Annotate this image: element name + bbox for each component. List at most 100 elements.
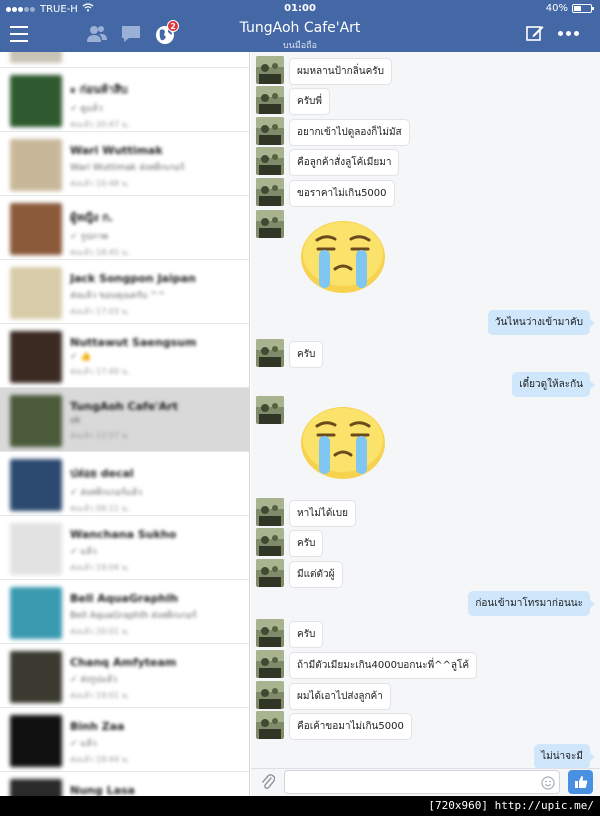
timestamp: ส่งแล้ว 19:04 น. <box>70 563 130 572</box>
chat-title: TungAoh Cafe'Art <box>239 20 361 36</box>
sender-avatar[interactable] <box>256 56 284 84</box>
like-icon <box>574 776 587 788</box>
sender-avatar[interactable] <box>256 147 284 175</box>
incoming-message[interactable]: ถ้ามีตัวเมียมะเกิน4000บอกนะพี่^^ลูโค้ <box>289 652 478 679</box>
conversation-list[interactable]: ส่งแล้ว 14:48 น. ะ ก่อนห้าสิบ ✓ ดูแล้วส่งแ… <box>0 52 250 796</box>
watermark: [720x960] http://upic.me/ <box>428 799 594 812</box>
incoming-message[interactable]: ครับ <box>289 341 324 368</box>
avatar <box>10 203 62 255</box>
sender-avatar[interactable] <box>256 178 284 206</box>
sender-avatar[interactable] <box>256 711 284 739</box>
conversation-text: ปล่อย decal ✓ ส่งสติกเกอร์แล้ว ส่งแล้ว 09:… <box>70 464 230 515</box>
message-preview: ✓ ดูแล้ว <box>70 104 103 114</box>
avatar <box>10 459 62 511</box>
timestamp: ส่งแล้ว 17:03 น. <box>70 307 130 316</box>
conversation-item[interactable]: Bell AquaGraphlh Bell AquaGraphlh ส่งสติก… <box>0 580 249 644</box>
conversation-item[interactable]: ปล่อย decal ✓ ส่งสติกเกอร์แล้ว ส่งแล้ว 09:… <box>0 452 249 516</box>
contact-name: TungAoh Cafe'Art <box>70 400 178 413</box>
incoming-message[interactable]: มีแต่ตัวผู้ <box>289 561 343 588</box>
conversation-text: Nung Lasa <box>70 784 230 796</box>
conversation-item[interactable]: ส่งแล้ว 14:48 น. <box>0 52 249 68</box>
outgoing-message[interactable]: ก่อนเข้ามาโทรมาก่อนนะ <box>468 591 595 616</box>
outgoing-message[interactable]: ไม่น่าจะมี <box>534 744 595 768</box>
avatar <box>10 651 62 703</box>
sender-avatar[interactable] <box>256 117 284 145</box>
watermark-bar: [720x960] http://upic.me/ <box>0 796 600 816</box>
incoming-message[interactable]: ขอราคาไม่เกิน5000 <box>289 180 395 207</box>
timestamp: ส่งแล้ว 18:45 น. <box>70 248 130 257</box>
conversation-item[interactable]: Jack Songpon Jaipan ส่งแล้ว ขอบคุณครับ ^^… <box>0 260 249 324</box>
conversation-item[interactable]: Chanq Amfyteam ✓ ส่งรูปแล้ว ส่งแล้ว 19:01 … <box>0 644 249 708</box>
incoming-message[interactable]: ผมหลานป้ากลิ่นครับ <box>289 58 393 85</box>
contact-name: Nung Lasa <box>70 784 135 796</box>
compose-icon[interactable] <box>526 24 544 42</box>
crying-face-sticker[interactable] <box>299 214 387 294</box>
conversation-item[interactable]: Nuttawut Saengsum ✓ 👍 ส่งแล้ว 17:49 น. <box>0 324 249 388</box>
conversation-item[interactable]: TungAoh Cafe'Art ok ส่งแล้ว 12:57 น. <box>0 388 249 452</box>
sender-avatar[interactable] <box>256 396 284 424</box>
conversation-text: TungAoh Cafe'Art ok ส่งแล้ว 12:57 น. <box>70 400 230 442</box>
sender-avatar[interactable] <box>256 681 284 709</box>
top-bar: TRUE-H 01:00 40% 2 TungAoh Cafe'Art บนมื… <box>0 0 600 52</box>
clock: 01:00 <box>284 3 316 14</box>
sender-avatar[interactable] <box>256 210 284 238</box>
message-preview: Wari Wuttimak ส่งสติกเกอร์ <box>70 163 185 173</box>
conversation-text: ะ ก่อนห้าสิบ ✓ ดูแล้ว ส่งแล้ว 20:47 น. <box>70 80 230 131</box>
conversation-text: Jack Songpon Jaipan ส่งแล้ว ขอบคุณครับ ^^… <box>70 272 230 318</box>
message-preview: ส่งแล้ว ขอบคุณครับ ^^ <box>70 291 166 301</box>
incoming-message[interactable]: คือลูกค้าสั่งลูโค้เมียมา <box>289 149 400 176</box>
incoming-message[interactable]: ครับพี่ <box>289 88 330 115</box>
message-preview: ✓ 👍 <box>70 352 92 362</box>
outgoing-message[interactable]: เดี๋ยวดูให้ละกัน <box>512 372 595 397</box>
crying-face-sticker[interactable] <box>299 400 387 480</box>
attach-icon[interactable] <box>261 773 276 791</box>
sender-avatar[interactable] <box>256 86 284 114</box>
message-preview: ✓ แล้ว <box>70 547 97 557</box>
outgoing-message[interactable]: วันไหนว่างเข้ามาคับ <box>487 310 596 335</box>
contact-name: Wanchana Sukho <box>70 528 177 541</box>
timestamp: ส่งแล้ว 09:11 น. <box>70 504 130 513</box>
conversation-text: ผู้หญิง ก. ✓ รูปภาพ ส่งแล้ว 18:45 น. <box>70 208 230 259</box>
incoming-message[interactable]: อยากเข้าไปดูลองก็ไม่มัส <box>289 119 410 146</box>
chat-thread[interactable]: ผมหลานป้ากลิ่นครับครับพี่อยากเข้าไปดูลอง… <box>251 52 600 768</box>
timestamp: ส่งแล้ว 20:01 น. <box>70 627 130 636</box>
sender-avatar[interactable] <box>256 498 284 526</box>
incoming-message[interactable]: ครับ <box>289 530 324 557</box>
like-button[interactable] <box>568 770 593 794</box>
status-bar: TRUE-H 01:00 40% <box>0 0 600 18</box>
incoming-message[interactable]: ผมได้เอาไปส่งลูกค้า <box>289 683 391 710</box>
avatar <box>10 395 62 447</box>
incoming-message[interactable]: หาไม่ได้เบย <box>289 500 356 527</box>
conversation-item[interactable]: Nung Lasa <box>0 772 249 796</box>
sender-avatar[interactable] <box>256 528 284 556</box>
avatar <box>10 75 62 127</box>
sender-avatar[interactable] <box>256 619 284 647</box>
message-input[interactable] <box>284 770 560 794</box>
avatar <box>10 715 62 767</box>
contact-name: ปล่อย decal <box>70 467 134 480</box>
contact-name: ะ ก่อนห้าสิบ <box>70 83 128 96</box>
conversation-item[interactable]: Wari Wuttimak Wari Wuttimak ส่งสติกเกอร์ส… <box>0 132 249 196</box>
conversation-item[interactable]: Wanchana Sukho ✓ แล้วส่งแล้ว 19:04 น. <box>0 516 249 580</box>
incoming-message[interactable]: คือเค้าขอมาไม่เกิน5000 <box>289 713 412 740</box>
more-icon[interactable] <box>556 28 580 38</box>
conversation-item[interactable]: ะ ก่อนห้าสิบ ✓ ดูแล้ว ส่งแล้ว 20:47 น. <box>0 68 249 132</box>
conversation-item[interactable]: Binh Zaa ✓ แล้ว ส่งแล้ว 18:44 น. <box>0 708 249 772</box>
avatar <box>10 52 62 63</box>
message-preview: ✓ แล้ว <box>70 739 97 749</box>
battery-percent: 40% <box>545 3 568 14</box>
contact-name: Wari Wuttimak <box>70 144 163 157</box>
timestamp: ส่งแล้ว 18:44 น. <box>70 755 130 764</box>
battery-status: 40% <box>545 3 594 14</box>
conversation-item[interactable]: ผู้หญิง ก. ✓ รูปภาพ ส่งแล้ว 18:45 น. <box>0 196 249 260</box>
contact-name: Chanq Amfyteam <box>70 656 177 669</box>
sender-avatar[interactable] <box>256 559 284 587</box>
sender-avatar[interactable] <box>256 650 284 678</box>
avatar <box>10 587 62 639</box>
message-preview: ok <box>70 416 81 426</box>
contact-name: Nuttawut Saengsum <box>70 336 197 349</box>
emoji-icon[interactable] <box>541 775 555 790</box>
sender-avatar[interactable] <box>256 339 284 367</box>
incoming-message[interactable]: ครับ <box>289 621 324 648</box>
avatar <box>10 267 62 319</box>
